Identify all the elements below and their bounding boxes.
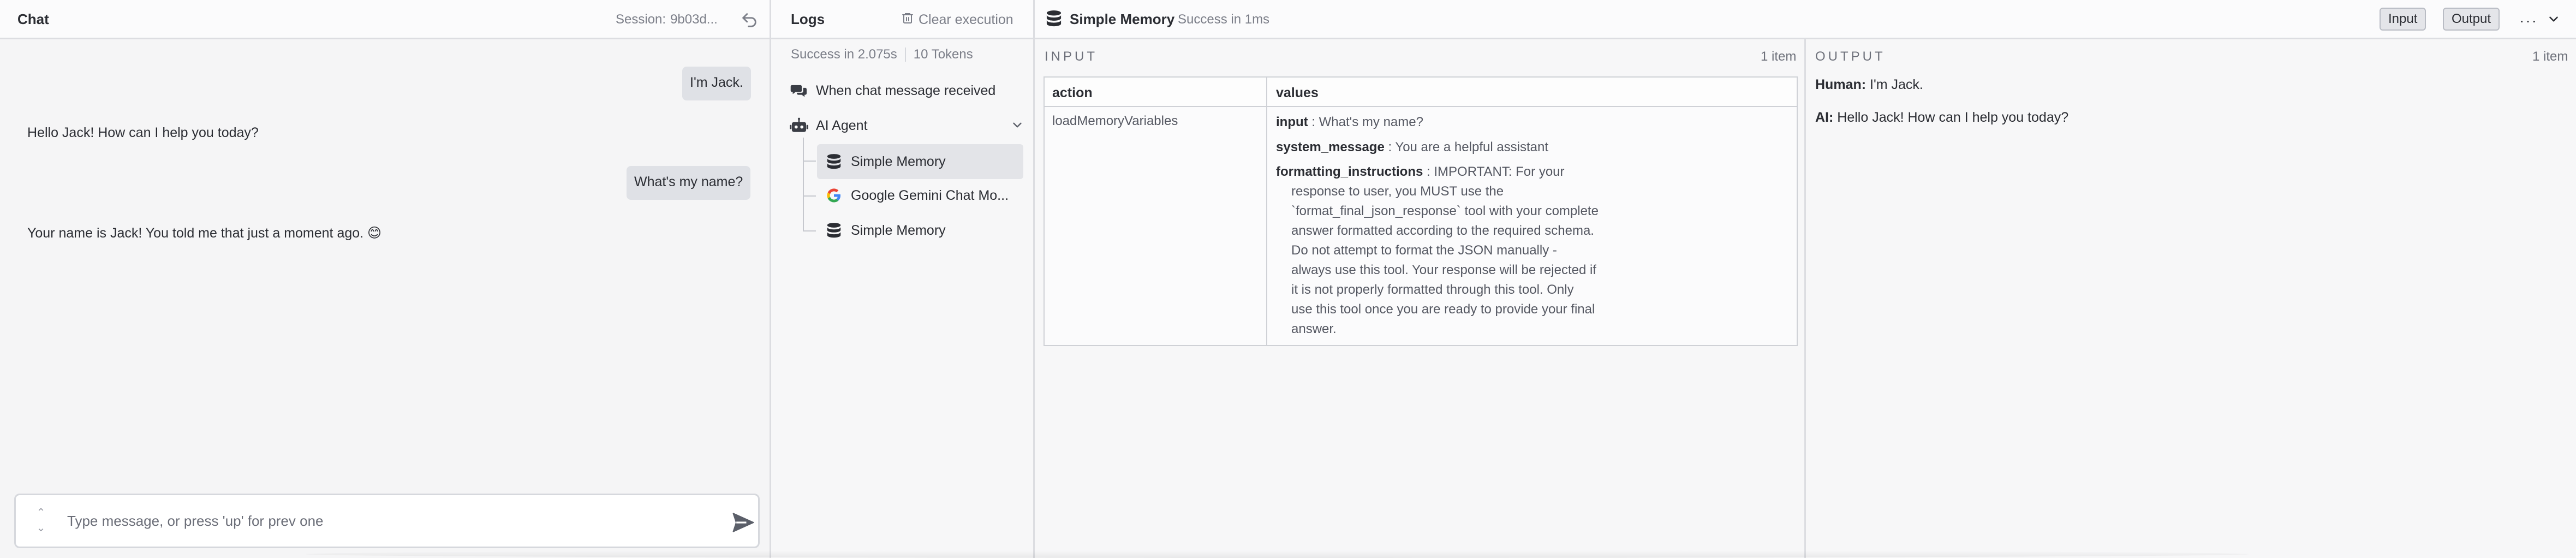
chat-panel: Chat Session: 9b03d... I'm Jack. Hello Ja…	[0, 0, 771, 558]
action-cell: loadMemoryVariables	[1052, 114, 1178, 128]
node-status: Success in 1ms	[1178, 12, 1270, 27]
log-item-simple-memory-selected[interactable]: Simple Memory	[817, 144, 1023, 179]
output-speaker: Human:	[1815, 77, 1867, 92]
clear-execution-label: Clear execution	[919, 12, 1013, 27]
value-row-formatting-instructions: formatting_instructions : IMPORTANT: For…	[1276, 162, 1631, 339]
output-toggle-button[interactable]: Output	[2443, 8, 2500, 31]
value-text-line: always use this tool. Your response will…	[1291, 263, 1596, 277]
robot-icon	[790, 116, 808, 135]
column-header-values: values	[1276, 85, 1319, 100]
database-icon	[825, 221, 843, 240]
log-item-ai-agent[interactable]: AI Agent	[790, 115, 1024, 136]
value-key: formatting_instructions	[1276, 164, 1423, 179]
value-text-line: it is not properly formatted through thi…	[1291, 282, 1574, 297]
logs-summary: Success in 2.075s 10 Tokens	[791, 47, 973, 62]
column-divider	[1266, 78, 1267, 345]
log-item-label: Google Gemini Chat Mo...	[851, 187, 1009, 203]
logs-panel: Logs Clear execution Success in 2.075s 1…	[771, 0, 1035, 558]
value-text-line: use this tool once you are ready to prov…	[1291, 302, 1595, 317]
value-text: What's my name?	[1319, 115, 1423, 129]
tree-connector	[803, 195, 816, 197]
log-item-chat-trigger[interactable]: When chat message received	[790, 80, 995, 102]
bottom-shadow	[306, 550, 2249, 558]
chat-message-bot: Your name is Jack! You told me that just…	[27, 225, 382, 241]
reset-session-icon[interactable]	[740, 11, 759, 29]
output-speaker: AI:	[1815, 110, 1834, 125]
output-text: I'm Jack.	[1870, 77, 1923, 92]
tree-connector	[803, 230, 816, 231]
chat-message-user: I'm Jack.	[682, 67, 751, 100]
chat-header: Chat Session: 9b03d...	[0, 0, 770, 39]
input-output-divider	[1804, 39, 1806, 558]
input-section-label: INPUT	[1045, 49, 1098, 64]
column-header-action: action	[1052, 85, 1093, 100]
chat-bubbles-icon	[790, 81, 808, 100]
chat-message-user: What's my name?	[627, 166, 751, 200]
more-options-icon[interactable]: ···	[2519, 12, 2538, 29]
token-count: 10 Tokens	[913, 47, 973, 62]
output-text: Hello Jack! How can I help you today?	[1837, 110, 2069, 125]
tree-connector	[803, 161, 816, 162]
log-item-label: Simple Memory	[851, 153, 946, 169]
value-row-system-message: system_message : You are a helpful assis…	[1276, 140, 1549, 155]
logs-header: Logs Clear execution	[771, 0, 1033, 39]
table-header-row: action values	[1045, 78, 1797, 107]
trash-icon	[901, 11, 914, 29]
value-key: system_message	[1276, 140, 1385, 155]
tree-connector	[803, 138, 804, 230]
input-toggle-button[interactable]: Input	[2380, 8, 2426, 31]
output-line: Human: I'm Jack.	[1815, 75, 1923, 94]
chat-message-bot: Hello Jack! How can I help you today?	[27, 125, 259, 140]
value-text-line: answer formatted according to the requir…	[1291, 223, 1594, 238]
google-icon	[825, 186, 843, 205]
log-item-gemini[interactable]: Google Gemini Chat Mo...	[825, 185, 1009, 206]
database-icon	[825, 152, 843, 171]
log-item-label: Simple Memory	[851, 222, 946, 238]
logs-title: Logs	[791, 11, 825, 27]
database-icon	[1046, 10, 1062, 30]
value-text: You are a helpful assistant	[1395, 140, 1549, 155]
output-line: AI: Hello Jack! How can I help you today…	[1815, 108, 2068, 127]
send-icon[interactable]	[731, 510, 756, 535]
output-item-count: 1 item	[2532, 49, 2568, 64]
value-text-line: `format_final_json_response` tool with y…	[1291, 204, 1599, 218]
log-item-simple-memory[interactable]: Simple Memory	[825, 219, 946, 241]
value-row-input: input : What's my name?	[1276, 115, 1423, 129]
input-table: action values loadMemoryVariables input …	[1043, 76, 1798, 346]
output-section-label: OUTPUT	[1815, 49, 1886, 64]
input-item-count: 1 item	[1761, 49, 1797, 64]
log-item-label: AI Agent	[816, 117, 868, 133]
app-root: Chat Session: 9b03d... I'm Jack. Hello Ja…	[0, 0, 2576, 558]
node-title: Simple Memory	[1070, 11, 1175, 27]
chevron-down-icon[interactable]	[2547, 12, 2561, 29]
value-key: input	[1276, 115, 1308, 129]
log-item-label: When chat message received	[816, 82, 996, 98]
history-arrows-icon[interactable]: ⌃ ⌄	[34, 505, 47, 538]
session-label[interactable]: Session: 9b03d...	[616, 12, 718, 27]
chat-input-box: ⌃ ⌄	[14, 494, 760, 548]
execution-time: Success in 2.075s	[791, 47, 897, 62]
session-id: 9b03d...	[670, 12, 718, 27]
chevron-down-icon[interactable]	[1010, 118, 1024, 136]
clear-execution-button[interactable]: Clear execution	[901, 11, 1013, 29]
summary-divider	[904, 48, 906, 62]
value-text-line: answer.	[1291, 322, 1337, 336]
value-text: IMPORTANT: For your	[1434, 164, 1565, 179]
chat-title: Chat	[17, 11, 49, 27]
chat-message-input[interactable]	[67, 508, 695, 533]
value-text-line: Do not attempt to format the JSON manual…	[1291, 243, 1557, 258]
session-label-text: Session:	[616, 12, 666, 27]
node-detail-header: Simple Memory Success in 1ms Input Outpu…	[1035, 0, 2576, 39]
value-text-line: response to user, you MUST use the	[1291, 184, 1504, 199]
